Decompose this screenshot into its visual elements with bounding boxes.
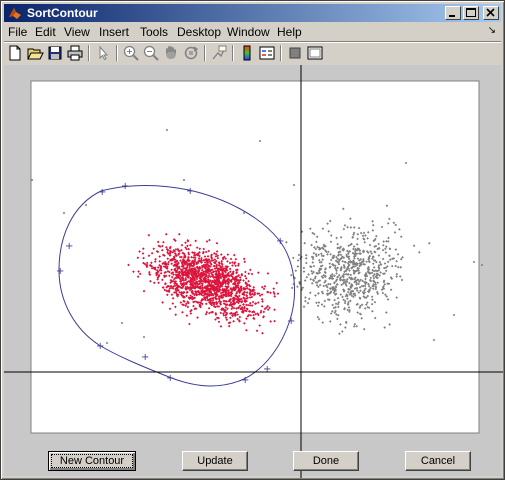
maximize-button[interactable]: [463, 6, 479, 20]
legend-icon[interactable]: [258, 44, 276, 62]
svg-text:+: +: [263, 364, 271, 375]
toolbar-separator: [280, 45, 282, 61]
toolbar-separator: [116, 45, 118, 61]
axes-box: [30, 80, 480, 434]
update-button[interactable]: Update: [182, 451, 248, 471]
menu-view[interactable]: View: [64, 25, 90, 39]
window-title: SortContour: [27, 6, 98, 20]
new-contour-button[interactable]: New Contour: [48, 451, 136, 471]
rotate-3d-icon[interactable]: [182, 44, 200, 62]
figure-toolbar: [4, 43, 501, 63]
svg-text:+: +: [56, 266, 64, 277]
dock-arrow-icon[interactable]: ↘: [488, 25, 496, 36]
matlab-figure-window: SortContour File Edit View Insert Tools …: [0, 0, 505, 480]
toolbar-separator: [204, 45, 206, 61]
menu-tools[interactable]: Tools: [140, 25, 168, 39]
close-icon: [486, 8, 495, 17]
minimize-icon: [449, 15, 455, 17]
hide-plot-tools-icon[interactable]: [286, 44, 304, 62]
minimize-button[interactable]: [445, 6, 461, 20]
svg-text:+: +: [65, 241, 73, 252]
menu-insert[interactable]: Insert: [99, 25, 129, 39]
maximize-icon: [466, 8, 476, 17]
print-icon[interactable]: [66, 44, 84, 62]
svg-text:+: +: [96, 341, 104, 352]
close-button[interactable]: [483, 6, 499, 20]
toolbar-separator: [232, 45, 234, 61]
colorbar-icon[interactable]: [238, 44, 256, 62]
svg-text:+: +: [186, 186, 194, 197]
svg-text:+: +: [276, 236, 284, 247]
svg-text:+: +: [98, 187, 106, 198]
cancel-button[interactable]: Cancel: [405, 451, 471, 471]
toolbar-separator: [88, 45, 90, 61]
done-button[interactable]: Done: [293, 451, 359, 471]
svg-text:+: +: [166, 373, 174, 384]
matlab-logo-icon: [9, 8, 21, 19]
figure-canvas: + + + + + + + + + + + + New Contour Update Done Can…: [4, 65, 503, 478]
menu-file[interactable]: File: [8, 25, 27, 39]
new-figure-icon[interactable]: [6, 44, 24, 62]
data-cursor-icon[interactable]: [210, 44, 228, 62]
title-bar[interactable]: SortContour: [4, 4, 501, 22]
scatter-plot[interactable]: + + + + + + + + + + + +: [4, 65, 503, 478]
svg-text:+: +: [121, 181, 129, 192]
save-icon[interactable]: [46, 44, 64, 62]
select-arrow-icon[interactable]: [94, 44, 112, 62]
svg-text:+: +: [287, 316, 295, 327]
open-file-icon[interactable]: [26, 44, 44, 62]
menu-edit[interactable]: Edit: [35, 25, 56, 39]
pan-hand-icon[interactable]: [162, 44, 180, 62]
zoom-in-icon[interactable]: [122, 44, 140, 62]
zoom-out-icon[interactable]: [142, 44, 160, 62]
menu-desktop[interactable]: Desktop: [177, 25, 221, 39]
menu-bar: File Edit View Insert Tools Desktop Wind…: [4, 23, 501, 41]
svg-text:+: +: [141, 352, 149, 363]
show-plot-tools-icon[interactable]: [306, 44, 324, 62]
svg-text:+: +: [241, 375, 249, 386]
menu-help[interactable]: Help: [277, 25, 302, 39]
menu-window[interactable]: Window: [227, 25, 270, 39]
